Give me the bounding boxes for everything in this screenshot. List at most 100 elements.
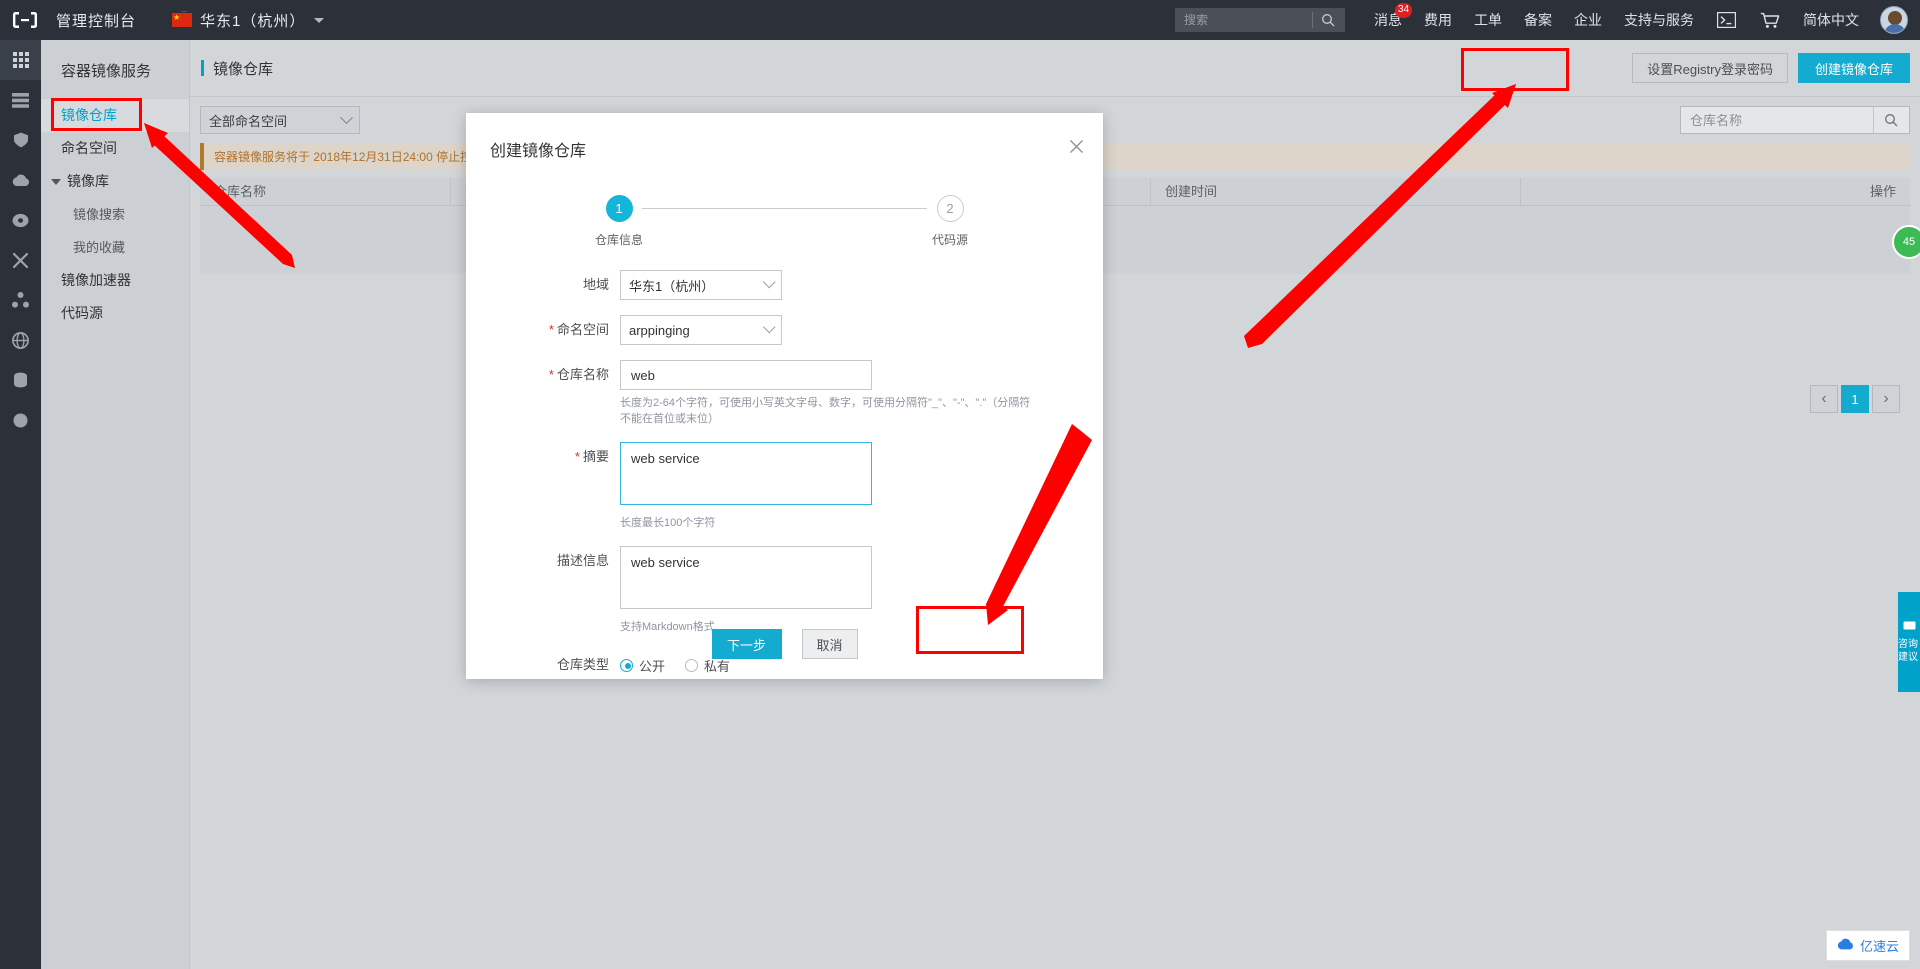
pagination: ‹ 1 ›: [1810, 385, 1900, 413]
form-row-description: 描述信息 支持Markdown格式: [466, 546, 1103, 635]
user-avatar[interactable]: [1880, 6, 1908, 34]
wizard-step-connector: [642, 208, 927, 209]
wizard-step-1[interactable]: 1 仓库信息: [595, 195, 643, 248]
namespace-filter-select[interactable]: 全部命名空间: [200, 106, 360, 134]
rail-item-network-icon[interactable]: [0, 240, 41, 280]
repository-search-input[interactable]: [1681, 111, 1873, 129]
rail-item-server-stack-icon[interactable]: [0, 80, 41, 120]
sidebar-item-image-accelerator[interactable]: 镜像加速器: [41, 264, 189, 297]
header-actions: 设置Registry登录密码 创建镜像仓库: [1632, 53, 1920, 83]
summary-textarea[interactable]: [620, 442, 872, 505]
description-label: 描述信息: [556, 553, 609, 568]
region-label: 地域: [582, 277, 609, 292]
close-icon[interactable]: [1066, 139, 1086, 159]
search-icon[interactable]: [1873, 107, 1907, 133]
watermark-label: 亿速云: [1859, 939, 1899, 954]
required-asterisk: *: [548, 322, 554, 337]
consult-tab-label: 咨询建议: [1898, 638, 1918, 663]
region-select-value: 华东1（杭州）: [629, 278, 715, 294]
namespace-select-value: arppinging: [629, 322, 690, 338]
dialog-footer: 下一步 取消: [466, 629, 1103, 659]
description-textarea[interactable]: [620, 546, 872, 609]
region-select[interactable]: 华东1（杭州）: [620, 270, 782, 300]
top-navigation-bar: 管理控制台 华东1（杭州） 消息 34 费用: [0, 0, 1920, 40]
sidebar: 容器镜像服务 镜像仓库 命名空间 镜像库 镜像搜索 我的收藏 镜像加速器 代码源: [41, 40, 190, 969]
rail-item-nodes-icon[interactable]: [0, 280, 41, 320]
rail-item-shield-icon[interactable]: [0, 120, 41, 160]
breadcrumb-bar: 镜像仓库 设置Registry登录密码 创建镜像仓库: [190, 40, 1920, 97]
console-title: 管理控制台: [56, 12, 137, 30]
floating-badge[interactable]: 45: [1892, 225, 1920, 259]
sidebar-title: 容器镜像服务: [61, 63, 152, 80]
pagination-page-1[interactable]: 1: [1841, 385, 1869, 413]
sidebar-item-code-source[interactable]: 代码源: [41, 297, 189, 330]
pagination-prev-button[interactable]: ‹: [1810, 385, 1838, 413]
set-registry-password-button[interactable]: 设置Registry登录密码: [1632, 53, 1788, 83]
chevron-down-icon: [340, 110, 353, 124]
step-2-label: 代码源: [931, 233, 968, 247]
watermark: 亿速云: [1825, 930, 1910, 961]
search-icon[interactable]: [1313, 9, 1344, 31]
form-row-region: 地域 华东1（杭州）: [466, 270, 1103, 300]
chevron-down-icon: [762, 320, 776, 333]
wizard-step-2[interactable]: 2 代码源: [927, 195, 973, 248]
rail-item-globe-icon[interactable]: [0, 320, 41, 360]
nav-item-support[interactable]: 支持与服务: [1613, 0, 1705, 40]
repository-form: 地域 华东1（杭州） * 命名空间 arppinging * 仓库名称 web …: [466, 270, 1103, 680]
message-count-badge: 34: [1395, 3, 1412, 18]
repository-search[interactable]: [1680, 106, 1910, 134]
create-repository-dialog: 创建镜像仓库 1 仓库信息 2 代码源 地域 华东1（杭州） * 命名空间 ar…: [466, 113, 1103, 679]
rail-item-apps-grid-icon[interactable]: [0, 40, 41, 80]
summary-label: * 摘要: [574, 449, 609, 464]
table-header-created-time: 创建时间: [1150, 177, 1520, 206]
sidebar-item-repositories[interactable]: 镜像仓库: [41, 99, 189, 132]
form-row-namespace: * 命名空间 arppinging: [466, 315, 1103, 345]
avatar-body: [1884, 24, 1906, 33]
wizard-steps: 1 仓库信息 2 代码源: [466, 195, 1103, 248]
form-row-summary: *摘要 长度最长100个字符: [466, 442, 1103, 531]
rail-item-cloud-icon[interactable]: [0, 160, 41, 200]
required-asterisk: *: [548, 367, 554, 382]
cancel-button[interactable]: 取消: [801, 629, 858, 659]
dialog-title: 创建镜像仓库: [490, 143, 587, 160]
rail-item-circle-icon[interactable]: [0, 400, 41, 440]
region-label: 华东1（杭州）: [200, 12, 306, 30]
language-selector[interactable]: 简体中文: [1792, 0, 1870, 40]
shopping-cart-icon[interactable]: [1748, 12, 1792, 29]
sidebar-group-image-library[interactable]: 镜像库: [41, 165, 189, 198]
sidebar-item-image-search[interactable]: 镜像搜索: [41, 198, 189, 231]
rail-item-cloud-disk-icon[interactable]: [0, 200, 41, 240]
namespace-filter-value: 全部命名空间: [209, 113, 288, 129]
region-selector[interactable]: 华东1（杭州）: [172, 9, 325, 31]
aliyun-logo-icon[interactable]: [0, 0, 50, 40]
application-root: 管理控制台 华东1（杭州） 消息 34 费用: [0, 0, 1920, 969]
required-asterisk: *: [574, 449, 580, 464]
sidebar-item-namespaces[interactable]: 命名空间: [41, 132, 189, 165]
step-2-number: 2: [936, 195, 964, 222]
nav-item-billing[interactable]: 费用: [1413, 0, 1463, 40]
next-step-button[interactable]: 下一步: [711, 629, 782, 659]
namespace-select[interactable]: arppinging: [620, 315, 782, 345]
repo-name-label: * 仓库名称: [548, 367, 609, 382]
icon-rail: [0, 40, 41, 969]
pagination-next-button[interactable]: ›: [1872, 385, 1900, 413]
step-1-number: 1: [605, 195, 633, 222]
nav-item-icp[interactable]: 备案: [1513, 0, 1563, 40]
table-header-repo-name: 仓库名称: [214, 183, 267, 199]
chevron-down-icon: [314, 17, 325, 23]
nav-item-messages[interactable]: 消息 34: [1363, 0, 1413, 40]
repo-name-input[interactable]: [620, 360, 872, 390]
global-search[interactable]: [1175, 8, 1345, 32]
china-flag-icon: [172, 9, 193, 27]
create-repository-button[interactable]: 创建镜像仓库: [1797, 53, 1910, 83]
consult-suggestion-tab[interactable]: 咨询建议: [1898, 592, 1920, 692]
terminal-icon[interactable]: [1705, 12, 1748, 28]
nav-item-enterprise[interactable]: 企业: [1563, 0, 1613, 40]
rail-item-database-icon[interactable]: [0, 360, 41, 400]
speech-bubble-icon: [1903, 621, 1916, 635]
nav-item-tickets[interactable]: 工单: [1463, 0, 1513, 40]
table-header-actions: 操作: [1520, 177, 1910, 206]
search-input[interactable]: [1176, 9, 1312, 31]
sidebar-item-my-favorites[interactable]: 我的收藏: [41, 231, 189, 264]
chevron-down-icon: [762, 275, 776, 288]
